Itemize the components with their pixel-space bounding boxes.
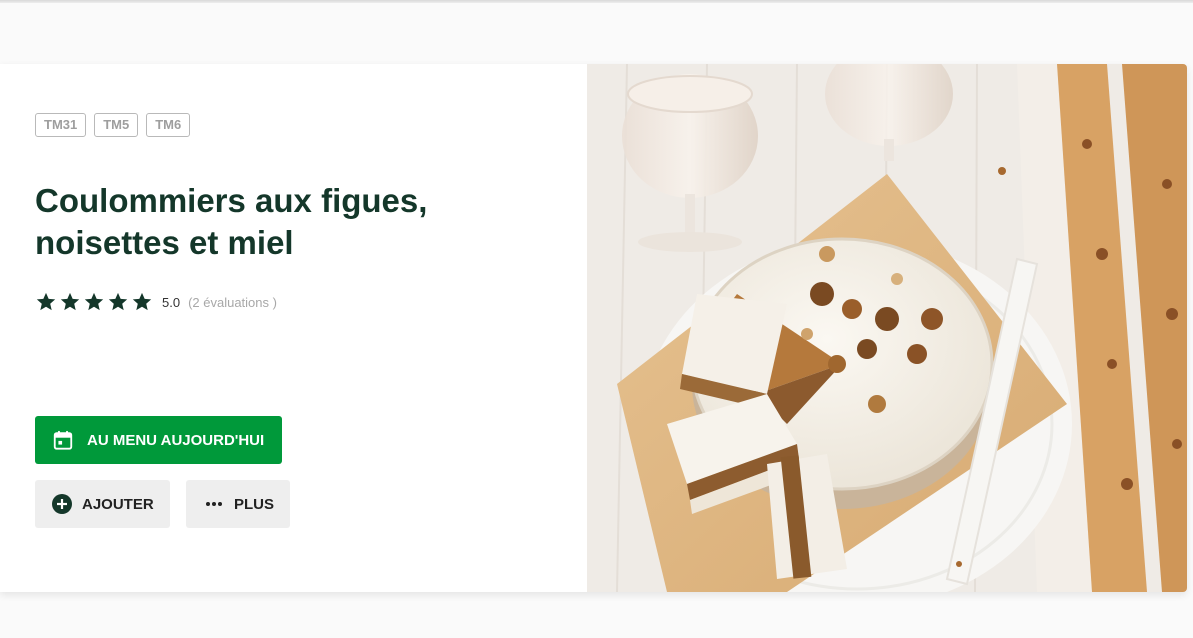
rating-score: 5.0 bbox=[162, 294, 181, 310]
rating-count[interactable]: (2 évaluations ) bbox=[188, 295, 277, 310]
more-label: PLUS bbox=[234, 495, 275, 513]
recipe-header-card: TM31 TM5 TM6 Coulommiers aux figues, noi… bbox=[0, 64, 1187, 592]
recipe-title: Coulommiers aux figues, noisettes et mie… bbox=[35, 182, 428, 261]
device-tag-tm5: TM5 bbox=[94, 113, 139, 137]
star-icon bbox=[60, 292, 80, 311]
menu-today-button[interactable]: AU MENU AUJOURD'HUI bbox=[35, 416, 282, 464]
top-divider bbox=[0, 0, 1193, 3]
device-tag-tm6: TM6 bbox=[146, 113, 191, 137]
more-button[interactable]: PLUS bbox=[186, 480, 290, 528]
menu-today-label: AU MENU AUJOURD'HUI bbox=[87, 431, 265, 449]
add-label: AJOUTER bbox=[82, 495, 154, 513]
star-icon bbox=[108, 292, 128, 311]
add-button[interactable]: AJOUTER bbox=[35, 480, 170, 528]
more-dots-icon bbox=[206, 502, 222, 506]
device-tags: TM31 TM5 TM6 bbox=[35, 113, 191, 137]
rating-stars bbox=[35, 291, 153, 313]
recipe-info-panel: TM31 TM5 TM6 Coulommiers aux figues, noi… bbox=[0, 64, 587, 592]
calendar-icon bbox=[53, 430, 73, 450]
device-tag-tm31: TM31 bbox=[35, 113, 87, 137]
recipe-photo bbox=[587, 64, 1187, 592]
star-icon bbox=[132, 292, 152, 311]
recipe-rating[interactable]: 5.0 (2 évaluations ) bbox=[35, 291, 277, 313]
star-icon bbox=[36, 292, 56, 311]
star-icon bbox=[84, 292, 104, 311]
cheese-dish-illustration bbox=[587, 64, 1187, 592]
plus-circle-icon bbox=[52, 494, 72, 514]
